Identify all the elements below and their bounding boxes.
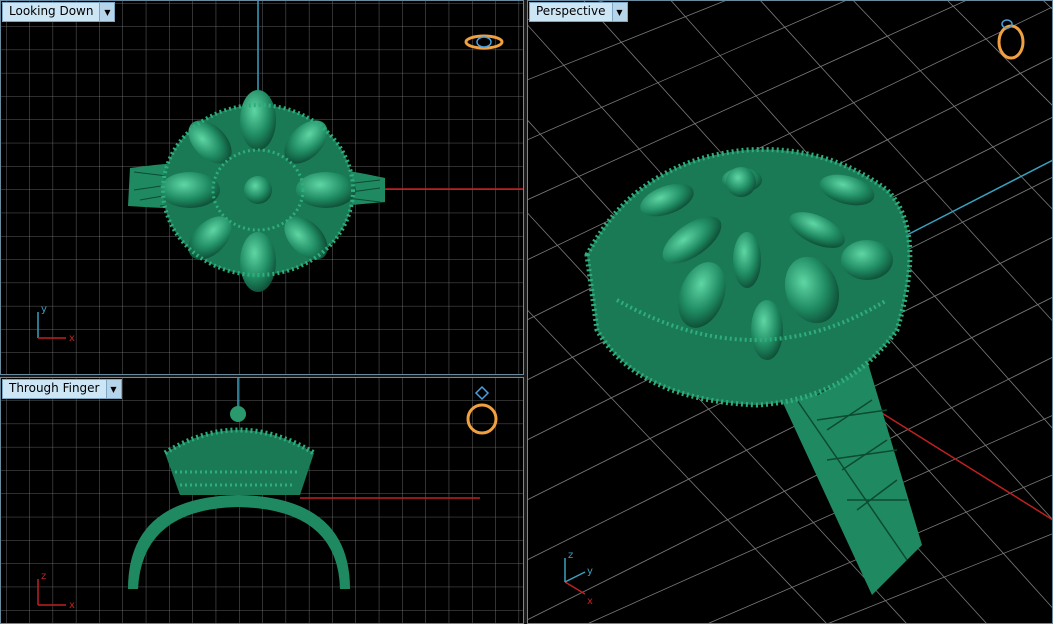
axis-label-vertical: z (568, 550, 573, 561)
chevron-down-icon[interactable]: ▼ (105, 380, 121, 398)
viewport-through-finger[interactable]: z x Through Finger ▼ (0, 377, 524, 624)
viewport-title-text: Through Finger (9, 381, 100, 395)
ring-head (584, 147, 913, 408)
perspective-canvas: z x y (527, 0, 1053, 624)
viewport-title-text: Looking Down (9, 4, 94, 18)
axis-label-horizontal: x (69, 600, 75, 611)
viewport-title-perspective[interactable]: Perspective ▼ (529, 2, 628, 22)
ring-orientation-icon[interactable] (997, 19, 1025, 60)
viewport-perspective[interactable]: z x y Perspective ▼ (527, 0, 1053, 624)
through-finger-canvas: z x (0, 377, 524, 624)
y-axis-line (906, 159, 1053, 236)
axis-indicator: z x y (564, 550, 593, 607)
axis-label-horizontal: x (587, 596, 593, 607)
axis-label-vertical: z (41, 571, 46, 582)
viewport-looking-down[interactable]: y x Looking Down ▼ (0, 0, 524, 375)
chevron-down-icon[interactable]: ▼ (99, 3, 115, 21)
axis-label-depth: y (587, 566, 593, 577)
viewport-title-text: Perspective (536, 4, 606, 18)
looking-down-canvas: y x (0, 0, 524, 375)
chevron-down-icon[interactable]: ▼ (611, 3, 627, 21)
viewport-title-looking-down[interactable]: Looking Down ▼ (2, 2, 116, 22)
axis-label-horizontal: x (69, 333, 75, 344)
axis-label-vertical: y (41, 304, 47, 315)
viewport-title-through-finger[interactable]: Through Finger ▼ (2, 379, 122, 399)
